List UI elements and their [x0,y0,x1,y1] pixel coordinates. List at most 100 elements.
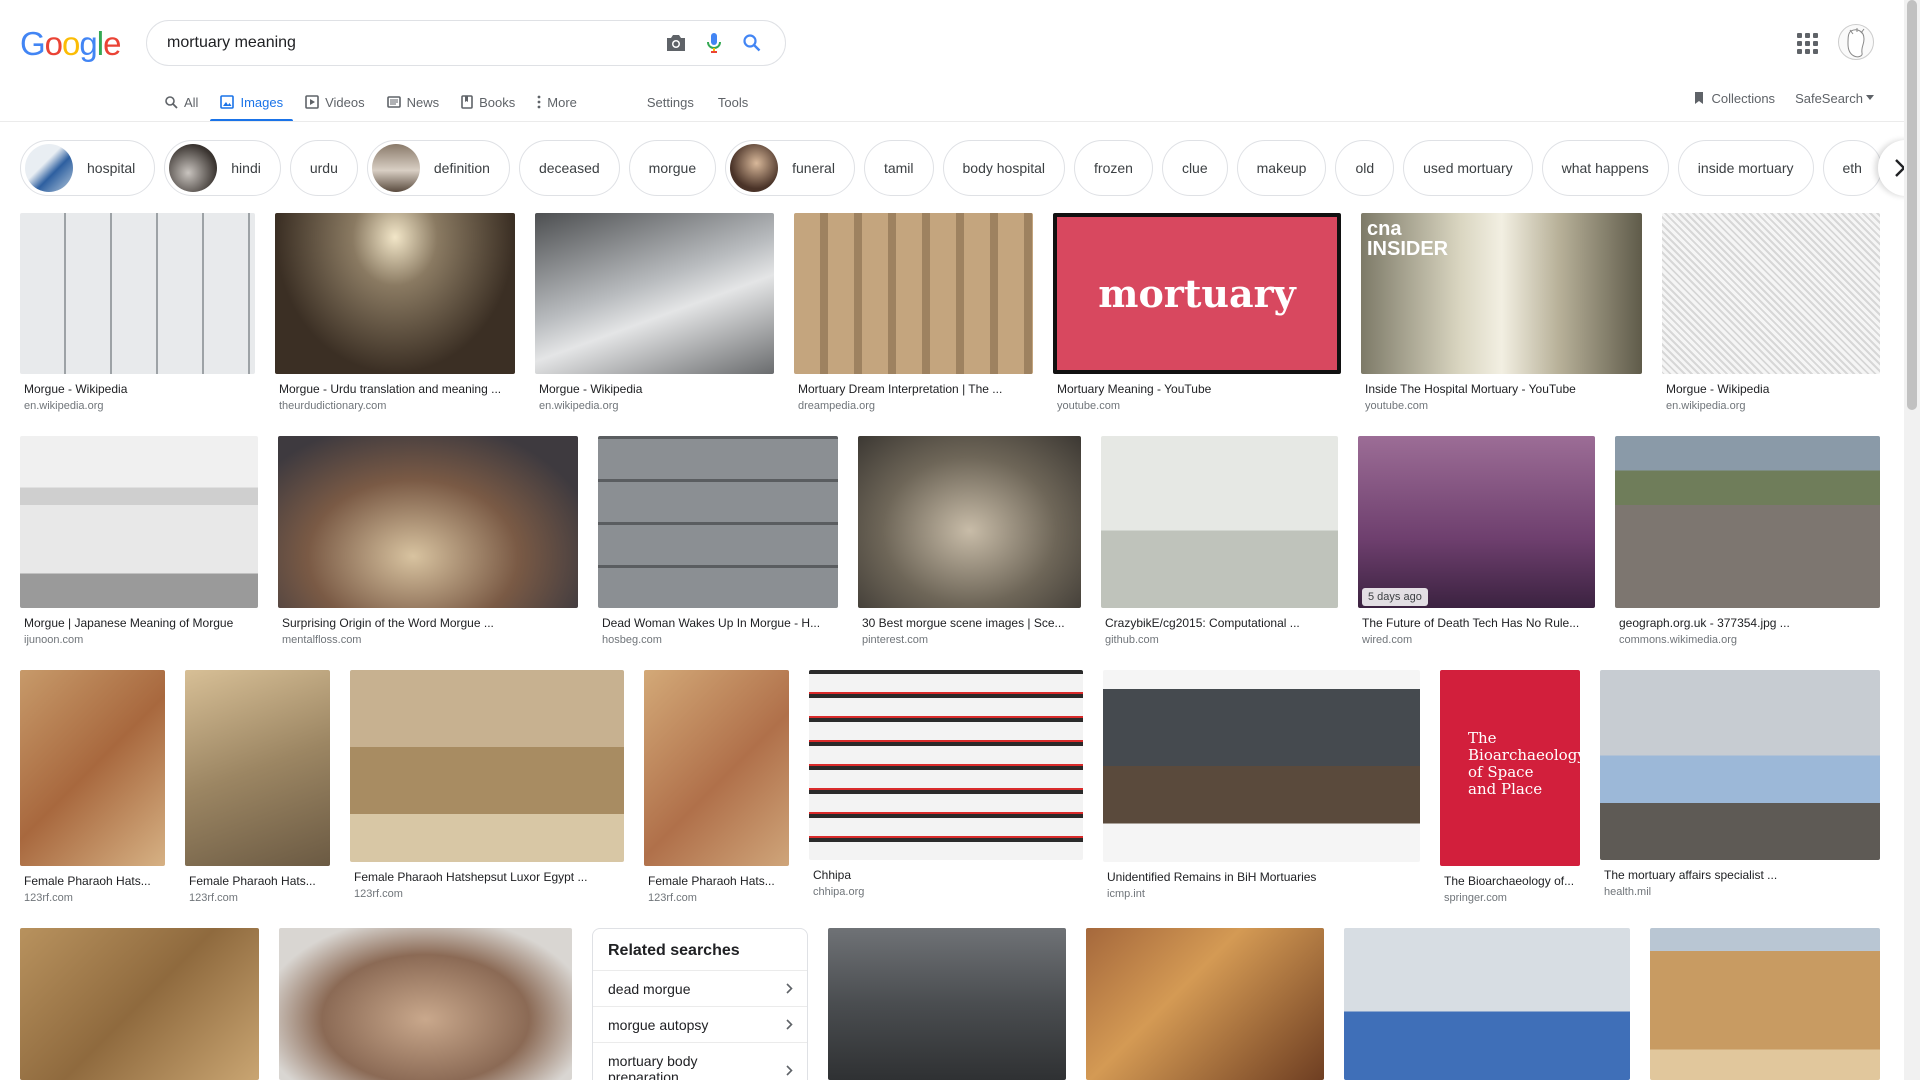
tab-all[interactable]: All [165,82,198,122]
chip-tamil[interactable]: tamil [863,140,934,196]
result-thumbnail [794,213,1033,374]
chip-body-hospital[interactable]: body hospital [942,140,1066,196]
book-icon [461,95,473,109]
chip-label: frozen [1094,160,1133,176]
tab-videos[interactable]: Videos [305,82,365,122]
chip-used-mortuary[interactable]: used mortuary [1403,140,1533,196]
chip-old[interactable]: old [1335,140,1395,196]
result-caption: Unidentified Remains in BiH Mortuaries [1107,870,1317,884]
google-logo[interactable]: Google [20,25,121,63]
result-thumbnail [1344,928,1630,1080]
tab-tools[interactable]: Tools [718,82,748,122]
chip-label: what happens [1561,160,1649,176]
result-source: theurdudictionary.com [279,400,387,412]
result-source: 123rf.com [189,892,238,904]
image-result[interactable] [1344,928,1630,1080]
image-result[interactable]: Morgue - Wikipedia en.wikipedia.org [535,213,774,412]
chip-thumbnail [730,144,779,192]
result-source: youtube.com [1365,400,1428,412]
image-result[interactable]: 30 Best morgue scene images | Sce... pin… [858,436,1081,646]
image-result[interactable]: Female Pharaoh Hatshepsut Luxor Egypt ..… [350,670,624,900]
image-result[interactable] [1650,928,1880,1080]
related-search-item[interactable]: dead morgue [593,970,807,1006]
image-result[interactable]: Mortuary Dream Interpretation | The ... … [794,213,1033,412]
chip-frozen[interactable]: frozen [1074,140,1153,196]
image-result[interactable] [828,928,1066,1080]
chip-funeral[interactable]: funeral [725,140,855,196]
chip-label: hospital [87,160,136,176]
result-source: mentalfloss.com [282,634,362,646]
chip-deceased[interactable]: deceased [518,140,620,196]
search-icon[interactable] [733,28,771,58]
image-result[interactable]: Dead Woman Wakes Up In Morgue - H... hos… [598,436,838,646]
result-caption: geograph.org.uk - 377354.jpg ... [1619,616,1790,630]
apps-grid-icon[interactable] [1795,31,1819,55]
microphone-icon[interactable] [695,28,733,58]
image-result[interactable]: CrazybikE/cg2015: Computational ... gith… [1101,436,1338,646]
result-thumbnail [20,436,258,608]
chip-definition[interactable]: definition [366,140,510,196]
image-result[interactable] [279,928,572,1080]
chip-label: urdu [309,160,338,176]
image-result[interactable]: Female Pharaoh Hats... 123rf.com [644,670,789,904]
result-thumbnail: cna INSIDER [1361,213,1642,374]
tab-books[interactable]: Books [461,82,515,122]
chip-what-happens[interactable]: what happens [1541,140,1669,196]
logo-letter: e [103,25,121,62]
result-thumbnail [20,213,255,374]
avatar[interactable] [1838,24,1874,60]
tab-news[interactable]: News [386,82,439,122]
page-scrollbar[interactable] [1904,0,1920,1080]
tab-settings[interactable]: Settings [647,82,694,122]
image-result[interactable]: Morgue - Wikipedia en.wikipedia.org [20,213,255,412]
chip-urdu[interactable]: urdu [289,140,358,196]
related-search-item[interactable]: morgue autopsy [593,1006,807,1042]
result-thumbnail [1086,928,1324,1080]
chip-hospital[interactable]: hospital [20,140,156,196]
chevron-right-icon [786,981,793,997]
collections-button[interactable]: Collections [1693,91,1775,106]
image-result[interactable]: Morgue - Urdu translation and meaning ..… [275,213,515,412]
result-source: commons.wikimedia.org [1619,634,1737,646]
image-result[interactable]: Morgue | Japanese Meaning of Morgue ijun… [20,436,258,646]
result-thumbnail [1615,436,1880,608]
image-result[interactable]: Female Pharaoh Hats... 123rf.com [185,670,330,904]
image-result[interactable]: geograph.org.uk - 377354.jpg ... commons… [1615,436,1880,646]
image-result[interactable]: The mortuary affairs specialist ... heal… [1600,670,1880,898]
image-result[interactable]: Female Pharaoh Hats... 123rf.com [20,670,165,904]
chip-makeup[interactable]: makeup [1236,140,1327,196]
result-thumbnail [1103,670,1420,862]
tab-label: Images [240,94,284,110]
chip-label: morgue [648,160,697,176]
tab-more[interactable]: More [537,82,577,122]
scrollbar-thumb[interactable] [1907,0,1917,410]
tab-images[interactable]: Images [210,82,293,122]
tab-label: Settings [646,94,694,110]
chevron-right-icon [786,1017,793,1033]
result-caption: Morgue | Japanese Meaning of Morgue [24,616,234,630]
search-icon [165,95,178,109]
chip-eth[interactable]: eth [1822,140,1880,196]
image-result[interactable]: Morgue - Wikipedia en.wikipedia.org [1662,213,1880,412]
logo-letter: o [62,25,80,62]
image-result[interactable]: Unidentified Remains in BiH Mortuaries i… [1103,670,1420,900]
related-search-item[interactable]: mortuary body preparation [593,1042,807,1080]
search-input[interactable] [167,34,657,52]
chip-morgue[interactable]: morgue [628,140,717,196]
result-caption: CrazybikE/cg2015: Computational ... [1105,616,1300,630]
image-result[interactable] [1086,928,1324,1080]
camera-icon[interactable] [657,28,695,58]
chip-hindi[interactable]: hindi [164,140,281,196]
image-result[interactable]: cna INSIDER Inside The Hospital Mortuary… [1361,213,1642,412]
safesearch-button[interactable]: SafeSearch [1795,91,1874,106]
image-result[interactable]: 5 days ago The Future of Death Tech Has … [1358,436,1595,646]
image-result[interactable]: Chhipa chhipa.org [809,670,1083,898]
image-result[interactable]: mortuary Mortuary Meaning - YouTube yout… [1053,213,1341,412]
result-thumbnail [185,670,330,866]
image-result[interactable]: The Bioarchaeology of Space and Place Th… [1440,670,1586,904]
chip-inside-mortuary[interactable]: inside mortuary [1677,140,1814,196]
image-result[interactable]: Surprising Origin of the Word Morgue ...… [278,436,578,646]
tab-label: Books [479,94,516,110]
chip-clue[interactable]: clue [1161,140,1228,196]
image-result[interactable] [20,928,259,1080]
